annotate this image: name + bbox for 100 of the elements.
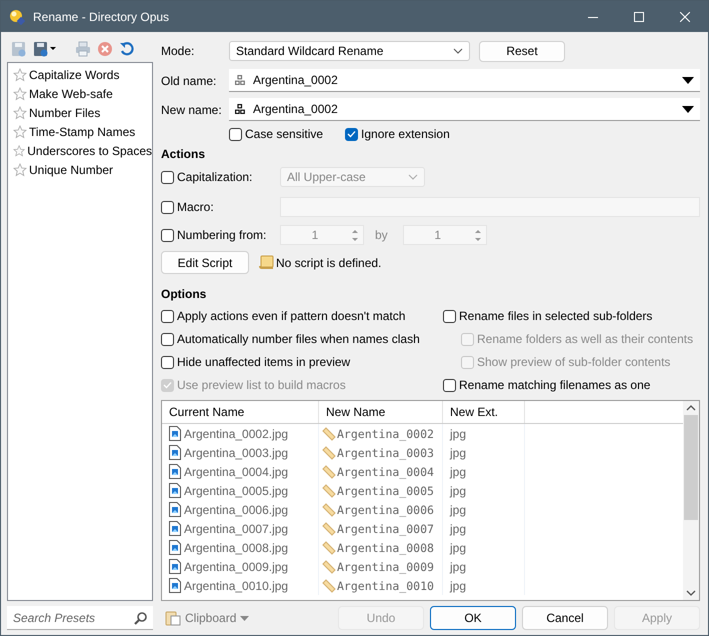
tag-icon: [322, 578, 336, 592]
tag-icon: [322, 446, 336, 460]
tag-icon: [322, 426, 336, 440]
new-name-label: New name:: [161, 102, 223, 116]
chevron-down-icon: [453, 48, 463, 54]
reset-button[interactable]: Reset: [479, 40, 565, 62]
checkbox-label: Hide unaffected items in preview: [177, 355, 350, 369]
window-title: Rename - Directory Opus: [33, 10, 170, 24]
image-file-icon: [169, 540, 181, 555]
search-field[interactable]: Search Presets: [7, 606, 153, 630]
table-cell: Argentina_0010: [319, 576, 443, 595]
hierarchy-icon: [235, 104, 245, 114]
tag-icon: [322, 464, 336, 478]
dropdown-arrow-icon[interactable]: [682, 106, 694, 112]
chevron-down-icon: [408, 174, 418, 180]
image-file-icon: [169, 445, 181, 460]
dialog-button[interactable]: Cancel: [522, 606, 608, 630]
table-cell: Argentina_0007: [319, 519, 443, 538]
checkbox-label: Rename folders as well as their contents: [477, 332, 694, 346]
table-cell: jpg: [443, 462, 525, 481]
image-file-icon: [169, 559, 181, 574]
save-menu-icon[interactable]: [33, 41, 57, 57]
undo-icon[interactable]: [119, 41, 135, 57]
table-cell: jpg: [443, 557, 525, 576]
edit-script-button[interactable]: Edit Script: [161, 251, 249, 274]
table-cell: Argentina_0009: [319, 557, 443, 576]
hierarchy-icon: [235, 75, 245, 85]
table-cell: Argentina_0008: [319, 538, 443, 557]
search-icon: [134, 612, 147, 625]
checkbox-label: Rename matching filenames as one: [459, 378, 650, 392]
checkbox-label: Case sensitive: [245, 127, 324, 141]
table-cell: jpg: [443, 519, 525, 538]
image-file-icon: [169, 464, 181, 479]
checkbox[interactable]: [443, 378, 456, 392]
tag-icon: [322, 540, 336, 554]
dropdown-arrow-icon[interactable]: [682, 76, 694, 84]
preset-item[interactable]: Unique Number: [8, 160, 152, 179]
table-cell: Argentina_0003: [319, 443, 443, 462]
preset-item[interactable]: Underscores to Spaces: [8, 141, 152, 160]
checkbox-label: Macro:: [177, 200, 214, 214]
table-cell: jpg: [443, 500, 525, 519]
column-header[interactable]: New Name: [319, 401, 443, 423]
mode-dropdown[interactable]: Standard Wildcard Rename: [229, 41, 470, 61]
column-header[interactable]: Current Name: [162, 401, 319, 423]
column-header[interactable]: New Ext.: [443, 401, 525, 423]
checkbox-label: Ignore extension: [361, 127, 450, 141]
table-cell: jpg: [443, 424, 525, 443]
table-cell: Argentina_0010.jpg: [162, 576, 319, 595]
table-cell: jpg: [443, 538, 525, 557]
checkbox[interactable]: [161, 310, 174, 322]
star-icon: [13, 124, 27, 138]
checkbox[interactable]: [161, 332, 174, 346]
checkbox[interactable]: [161, 356, 174, 368]
preset-item[interactable]: Capitalize Words: [8, 65, 152, 84]
image-file-icon: [169, 502, 181, 517]
actions-heading: Actions: [161, 147, 206, 161]
table-cell: jpg: [443, 481, 525, 500]
checkbox-label: Use preview list to build macros: [177, 378, 346, 392]
clipboard-button[interactable]: Clipboard: [161, 610, 254, 626]
table-cell: Argentina_0003.jpg: [162, 443, 319, 462]
close-icon[interactable]: [680, 12, 690, 22]
maximize-icon[interactable]: [634, 12, 644, 22]
star-icon: [13, 162, 27, 176]
dialog-button[interactable]: OK: [430, 606, 516, 630]
tag-icon: [322, 560, 336, 574]
star-icon: [13, 106, 27, 120]
checkbox-label: Automatically number files when names clash: [177, 332, 420, 346]
table-cell: Argentina_0009.jpg: [162, 557, 319, 576]
table-cell: jpg: [443, 576, 525, 595]
star-icon: [13, 68, 27, 82]
tag-icon: [322, 484, 336, 498]
table-cell: Argentina_0005.jpg: [162, 481, 319, 500]
checkbox[interactable]: [161, 170, 174, 184]
table-cell: Argentina_0005: [319, 481, 443, 500]
options-heading: Options: [161, 287, 208, 301]
image-file-icon: [169, 483, 181, 498]
app-logo-icon: [9, 8, 25, 24]
checkbox[interactable]: [345, 128, 358, 140]
checkbox-label: Capitalization:: [177, 170, 252, 184]
table-cell: jpg: [443, 443, 525, 462]
scrollbar-thumb[interactable]: [684, 415, 698, 520]
checkbox[interactable]: [161, 200, 174, 214]
table-cell: Argentina_0006: [319, 500, 443, 519]
preset-item[interactable]: Time-Stamp Names: [8, 122, 152, 141]
tag-icon: [322, 502, 336, 516]
mode-label: Mode:: [161, 44, 196, 58]
tag-icon: [322, 522, 336, 536]
old-name-field[interactable]: Argentina_0002: [229, 69, 700, 92]
table-cell: Argentina_0002.jpg: [162, 424, 319, 443]
image-file-icon: [169, 426, 181, 441]
checkbox[interactable]: [443, 310, 456, 322]
scroll-icon: [259, 255, 274, 270]
checkbox[interactable]: [161, 228, 174, 242]
preset-item[interactable]: Number Files: [8, 103, 152, 122]
caret-icon: [240, 616, 250, 620]
star-icon: [13, 144, 26, 158]
script-status: No script is defined.: [276, 256, 382, 270]
checkbox[interactable]: [229, 128, 242, 140]
preset-item[interactable]: Make Web-safe: [8, 84, 152, 103]
new-name-field[interactable]: Argentina_0002: [229, 98, 700, 121]
